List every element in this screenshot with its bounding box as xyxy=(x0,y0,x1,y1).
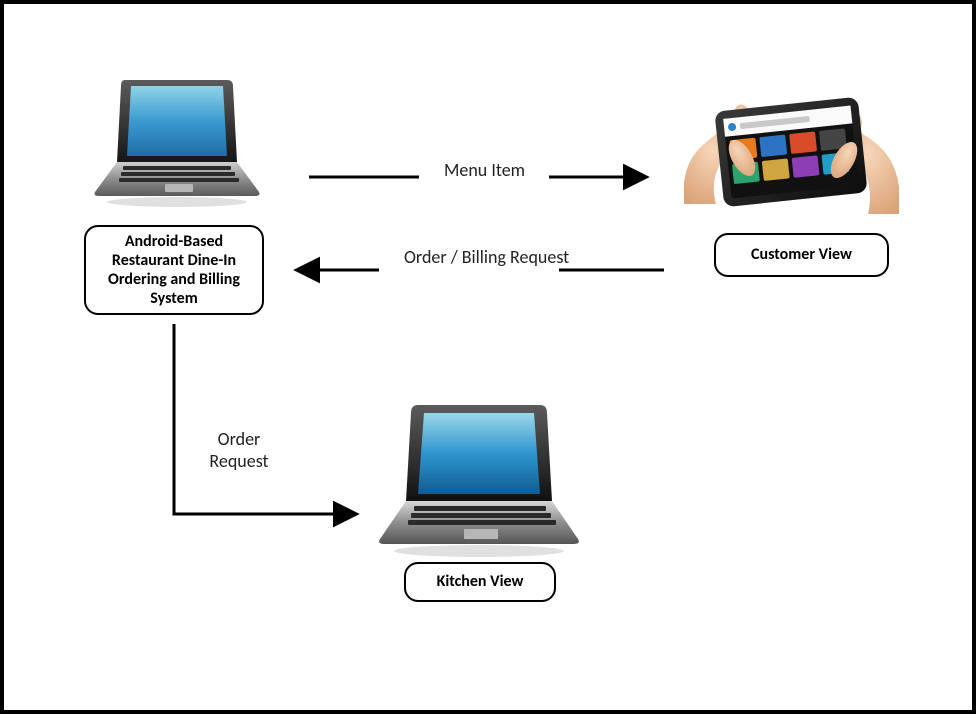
node-system-text: Android-Based Restaurant Dine-In Orderin… xyxy=(94,232,254,309)
diagram-page: Android-Based Restaurant Dine-In Orderin… xyxy=(0,0,976,714)
laptop-icon xyxy=(374,399,584,564)
node-kitchen-text: Kitchen View xyxy=(437,572,524,591)
edge-order-request-label: Order Request xyxy=(199,429,279,472)
edge-menu-item-label: Menu Item xyxy=(444,160,525,182)
edge-order-billing-label: Order / Billing Request xyxy=(404,247,569,269)
tablet-in-hands-icon xyxy=(684,64,899,239)
laptop-icon xyxy=(89,74,264,214)
node-kitchen-label: Kitchen View xyxy=(404,562,556,602)
node-customer-label: Customer View xyxy=(714,233,889,277)
node-customer-text: Customer View xyxy=(751,245,852,264)
node-system-label: Android-Based Restaurant Dine-In Orderin… xyxy=(84,225,264,315)
